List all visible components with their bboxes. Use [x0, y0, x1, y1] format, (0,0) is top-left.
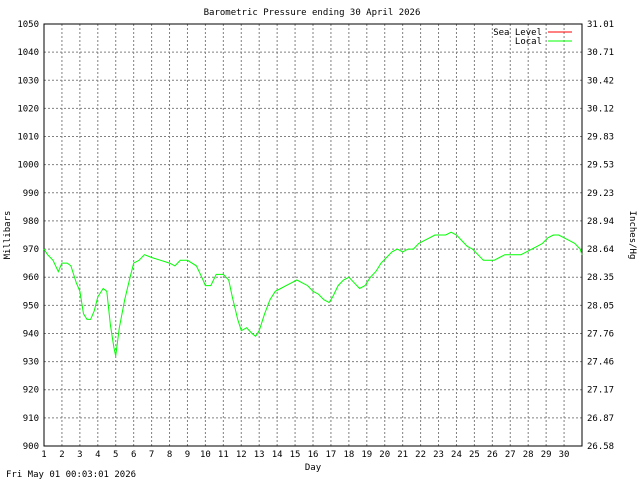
- x-tick-label: 28: [523, 450, 534, 460]
- y-tick-label-right: 27.76: [587, 329, 614, 339]
- y-tick-label-left: 970: [23, 245, 39, 255]
- y-tick-label-left: 950: [23, 301, 39, 311]
- y-tick-label-left: 1020: [17, 104, 39, 114]
- legend-label-local: Local: [515, 37, 542, 47]
- x-tick-label: 3: [77, 450, 82, 460]
- y-tick-label-left: 1000: [17, 161, 39, 171]
- y-tick-label-right: 31.01: [587, 20, 614, 30]
- x-tick-label: 23: [433, 450, 444, 460]
- y-tick-label-right: 30.12: [587, 104, 614, 114]
- x-tick-label: 4: [95, 450, 100, 460]
- x-tick-label: 20: [379, 450, 390, 460]
- y-tick-label-left: 910: [23, 414, 39, 424]
- y-tick-label-left: 940: [23, 329, 39, 339]
- x-tick-label: 7: [149, 450, 154, 460]
- y-tick-label-left: 930: [23, 358, 39, 368]
- x-tick-label: 14: [272, 450, 283, 460]
- x-tick-label: 13: [254, 450, 265, 460]
- x-tick-label: 9: [185, 450, 190, 460]
- y-tick-label-right: 26.58: [587, 442, 614, 452]
- x-tick-label: 30: [559, 450, 570, 460]
- barometric-chart: 9009109209309409509609709809901000101010…: [0, 0, 640, 480]
- y-axis-label-left: Millibars: [3, 211, 13, 260]
- x-tick-label: 18: [343, 450, 354, 460]
- x-tick-label: 8: [167, 450, 172, 460]
- y-tick-label-left: 920: [23, 386, 39, 396]
- x-tick-label: 29: [541, 450, 552, 460]
- y-tick-label-right: 30.42: [587, 76, 614, 86]
- y-tick-label-right: 28.94: [587, 217, 614, 227]
- y-tick-label-right: 26.87: [587, 414, 614, 424]
- y-tick-label-left: 1040: [17, 48, 39, 58]
- y-tick-label-right: 27.17: [587, 386, 614, 396]
- x-tick-label: 15: [290, 450, 301, 460]
- x-tick-label: 26: [487, 450, 498, 460]
- y-tick-label-right: 29.53: [587, 161, 614, 171]
- x-tick-label: 11: [218, 450, 229, 460]
- y-axis-label-right: Inches/Hg: [627, 211, 637, 260]
- x-tick-label: 24: [451, 450, 462, 460]
- footer-timestamp: Fri May 01 00:03:01 2026: [6, 470, 136, 480]
- x-tick-label: 10: [200, 450, 211, 460]
- y-tick-label-right: 29.23: [587, 189, 614, 199]
- x-tick-label: 6: [131, 450, 136, 460]
- y-tick-label-right: 30.71: [587, 48, 614, 58]
- x-tick-label: 22: [415, 450, 426, 460]
- y-tick-label-right: 28.64: [587, 245, 614, 255]
- y-tick-label-left: 900: [23, 442, 39, 452]
- y-tick-label-left: 1030: [17, 76, 39, 86]
- x-tick-label: 16: [308, 450, 319, 460]
- y-tick-label-right: 28.05: [587, 301, 614, 311]
- x-tick-label: 12: [236, 450, 247, 460]
- x-axis-label: Day: [305, 463, 322, 473]
- chart-title: Barometric Pressure ending 30 April 2026: [204, 8, 421, 18]
- y-tick-label-left: 980: [23, 217, 39, 227]
- y-tick-label-left: 1010: [17, 133, 39, 143]
- y-tick-label-left: 1050: [17, 20, 39, 30]
- y-tick-label-right: 28.35: [587, 273, 614, 283]
- x-tick-label: 25: [469, 450, 480, 460]
- y-tick-label-left: 960: [23, 273, 39, 283]
- x-tick-label: 1: [41, 450, 46, 460]
- chart-background: [0, 0, 640, 480]
- x-tick-label: 19: [361, 450, 372, 460]
- x-tick-label: 2: [59, 450, 64, 460]
- y-tick-label-left: 990: [23, 189, 39, 199]
- y-tick-label-right: 29.83: [587, 133, 614, 143]
- x-tick-label: 27: [505, 450, 516, 460]
- x-tick-label: 21: [397, 450, 408, 460]
- y-tick-label-right: 27.46: [587, 358, 614, 368]
- x-tick-label: 5: [113, 450, 118, 460]
- x-tick-label: 17: [326, 450, 337, 460]
